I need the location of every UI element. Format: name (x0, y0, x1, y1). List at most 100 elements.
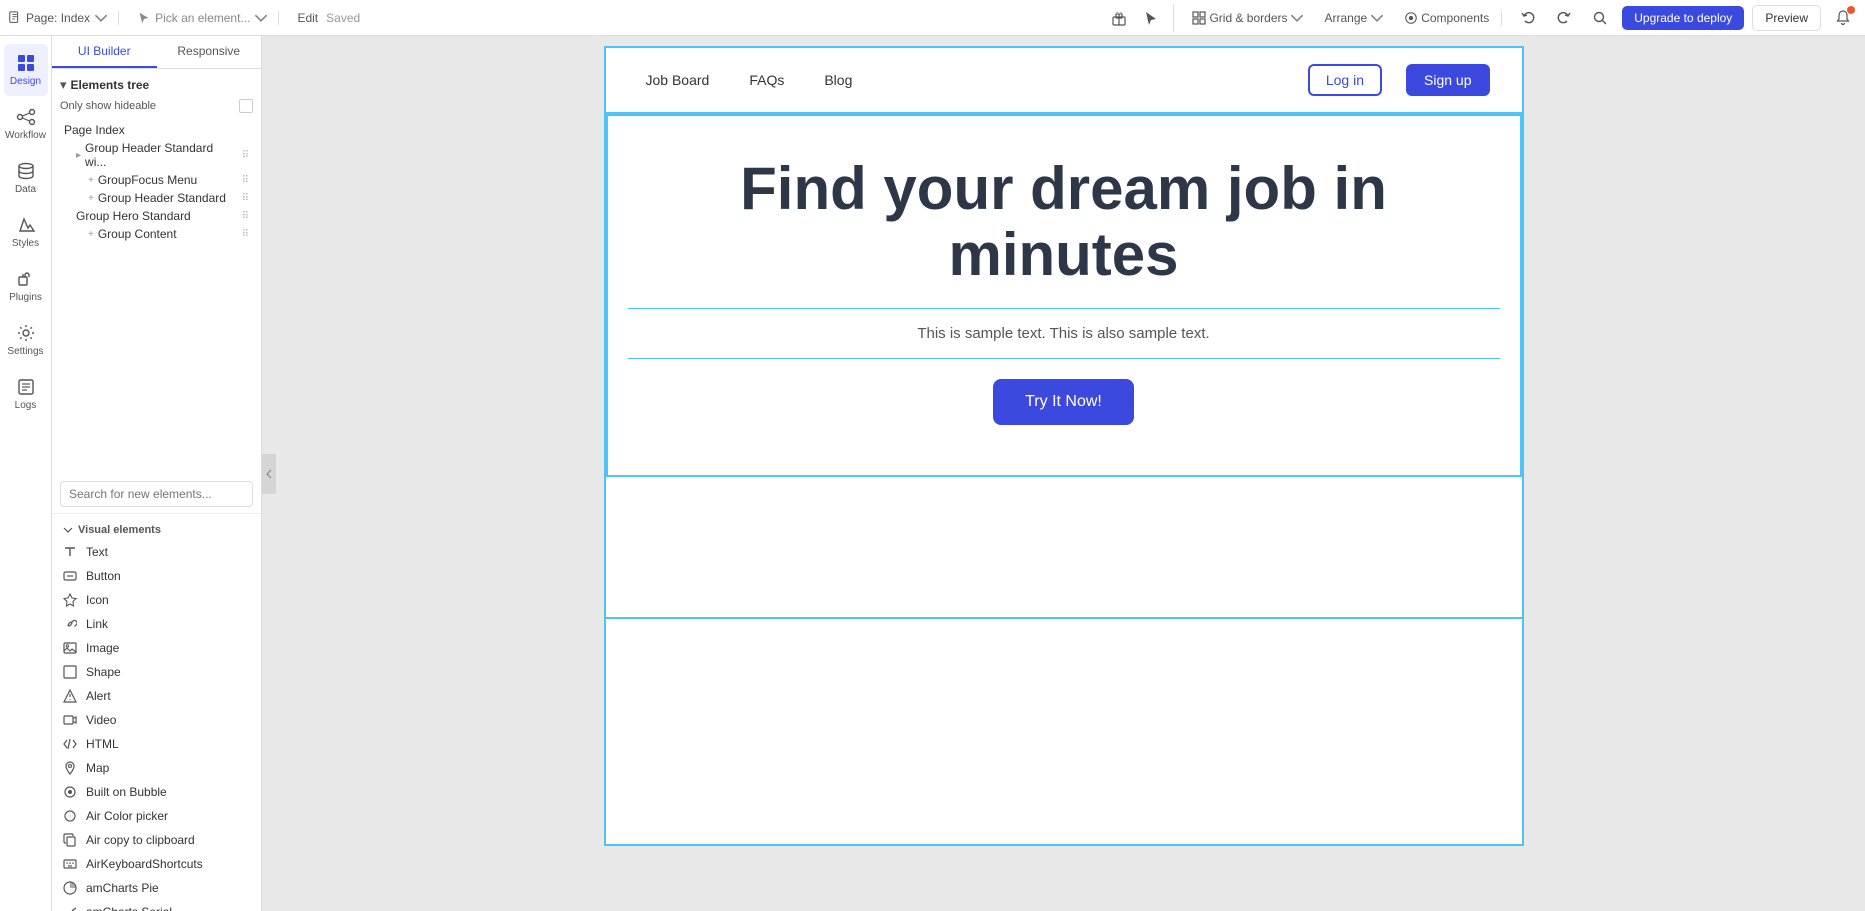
element-item-text[interactable]: Text (52, 540, 261, 564)
tab-responsive[interactable]: Responsive (157, 36, 262, 68)
element-button-label: Button (86, 569, 121, 583)
element-item-air-keyboard[interactable]: AirKeyboardShortcuts (52, 852, 261, 876)
upgrade-button[interactable]: Upgrade to deploy (1622, 6, 1744, 30)
sidebar-item-design[interactable]: Design (4, 44, 48, 96)
search-btn[interactable] (1586, 4, 1614, 32)
canvas-area[interactable]: Job Board FAQs Blog Log in Sign up Find … (262, 36, 1865, 911)
gift-icon-btn[interactable] (1105, 4, 1133, 32)
sidebar-item-plugins[interactable]: Plugins (4, 260, 48, 312)
tree-page-index[interactable]: Page Index (60, 121, 253, 139)
amcharts-serial-icon (62, 904, 78, 911)
element-item-map[interactable]: Map (52, 756, 261, 780)
components-icon (1404, 11, 1418, 25)
hero-subtitle: This is sample text. This is also sample… (628, 309, 1500, 359)
website-frame: Job Board FAQs Blog Log in Sign up Find … (604, 46, 1524, 846)
visual-elements-label: Visual elements (78, 524, 161, 536)
element-picker[interactable]: Pick an element... (127, 11, 279, 25)
only-show-checkbox[interactable] (239, 99, 253, 113)
collapse-panel-btn[interactable] (262, 454, 276, 494)
element-image-label: Image (86, 641, 119, 655)
tree-group-hero-standard[interactable]: Group Hero Standard ⠿ (60, 207, 253, 225)
redo-btn[interactable] (1550, 4, 1578, 32)
logs-icon (16, 377, 36, 397)
air-keyboard-icon (62, 856, 78, 872)
element-icon-label: Icon (86, 593, 109, 607)
element-item-link[interactable]: Link (52, 612, 261, 636)
html-icon (62, 736, 78, 752)
arrange-chevron-icon (1370, 11, 1384, 25)
built-on-bubble-icon (62, 784, 78, 800)
redo-icon (1556, 10, 1572, 26)
tree-toggle-icon[interactable]: ▾ (60, 77, 67, 93)
settings-label: Settings (7, 346, 43, 357)
link-icon (62, 616, 78, 632)
arrange-label: Arrange (1324, 11, 1367, 25)
grid-borders-btn[interactable]: Grid & borders (1186, 8, 1310, 28)
nav-signup-button[interactable]: Sign up (1406, 64, 1489, 96)
drag-handle-content-icon: ⠿ (242, 229, 249, 240)
element-item-amcharts-pie[interactable]: amCharts Pie (52, 876, 261, 900)
nav-job-board[interactable]: Job Board (638, 68, 718, 92)
sidebar-item-data[interactable]: Data (4, 152, 48, 204)
element-item-shape[interactable]: Shape (52, 660, 261, 684)
element-link-label: Link (86, 617, 108, 631)
page-indicator[interactable]: Page: Index (8, 11, 119, 25)
element-item-html[interactable]: HTML (52, 732, 261, 756)
sidebar-item-settings[interactable]: Settings (4, 314, 48, 366)
preview-button[interactable]: Preview (1752, 5, 1821, 31)
nav-login-button[interactable]: Log in (1308, 64, 1382, 96)
video-icon (62, 712, 78, 728)
edit-label[interactable]: Edit (297, 11, 318, 25)
grid-icon (1192, 11, 1206, 25)
plugins-icon (16, 269, 36, 289)
arrange-btn[interactable]: Arrange (1318, 8, 1390, 28)
select-icon (1143, 10, 1159, 26)
tree-group-header-standard[interactable]: + Group Header Standard ⠿ (60, 189, 253, 207)
nav-header: Job Board FAQs Blog Log in Sign up (606, 48, 1522, 114)
hero-title: Find your dream job in minutes (628, 156, 1500, 309)
sidebar-item-workflow[interactable]: Workflow (4, 98, 48, 150)
visual-elements-header: Visual elements (52, 518, 261, 540)
nav-blog[interactable]: Blog (816, 68, 860, 92)
page-icon (8, 11, 22, 25)
cta-button[interactable]: Try It Now! (993, 379, 1134, 425)
image-icon (62, 640, 78, 656)
alert-icon (62, 688, 78, 704)
tab-ui-builder[interactable]: UI Builder (52, 36, 157, 68)
search-icon (1592, 10, 1608, 26)
tree-group-content[interactable]: + Group Content ⠿ (60, 225, 253, 243)
toolbar-left-group (1105, 4, 1174, 32)
top-bar-right: Grid & borders Arrange Components Upgrad… (1105, 4, 1857, 32)
sidebar-item-styles[interactable]: Styles (4, 206, 48, 258)
cursor-icon (137, 11, 151, 25)
button-icon (62, 568, 78, 584)
element-item-air-copy[interactable]: Air copy to clipboard (52, 828, 261, 852)
cursor-mode-btn[interactable] (1137, 4, 1165, 32)
element-item-video[interactable]: Video (52, 708, 261, 732)
components-btn[interactable]: Components (1398, 8, 1502, 28)
edit-saved-group: Edit Saved (287, 11, 370, 25)
element-shape-label: Shape (86, 665, 121, 679)
below-hero-section (606, 477, 1522, 617)
element-item-button[interactable]: Button (52, 564, 261, 588)
elements-tree-label: Elements tree (71, 78, 150, 92)
only-show-label: Only show hideable (60, 100, 156, 112)
plugins-label: Plugins (9, 292, 42, 303)
element-item-icon[interactable]: Icon (52, 588, 261, 612)
chevron-down-icon (94, 11, 108, 25)
nav-faqs[interactable]: FAQs (741, 68, 792, 92)
element-item-built-on-bubble[interactable]: Built on Bubble (52, 780, 261, 804)
tree-group-header-standard-wi[interactable]: ▸ Group Header Standard wi... ⠿ (60, 139, 253, 171)
element-item-air-color-picker[interactable]: Air Color picker (52, 804, 261, 828)
element-item-image[interactable]: Image (52, 636, 261, 660)
element-item-amcharts-serial[interactable]: amCharts Serial (52, 900, 261, 911)
undo-btn[interactable] (1514, 4, 1542, 32)
map-icon (62, 760, 78, 776)
search-input[interactable] (60, 481, 253, 507)
element-item-alert[interactable]: Alert (52, 684, 261, 708)
sidebar-item-logs[interactable]: Logs (4, 368, 48, 420)
notification-btn[interactable] (1829, 4, 1857, 32)
element-color-picker-label: Air Color picker (86, 809, 168, 823)
tree-group-focus-menu[interactable]: + GroupFocus Menu ⠿ (60, 171, 253, 189)
drag-handle-hero-icon: ⠿ (242, 211, 249, 222)
